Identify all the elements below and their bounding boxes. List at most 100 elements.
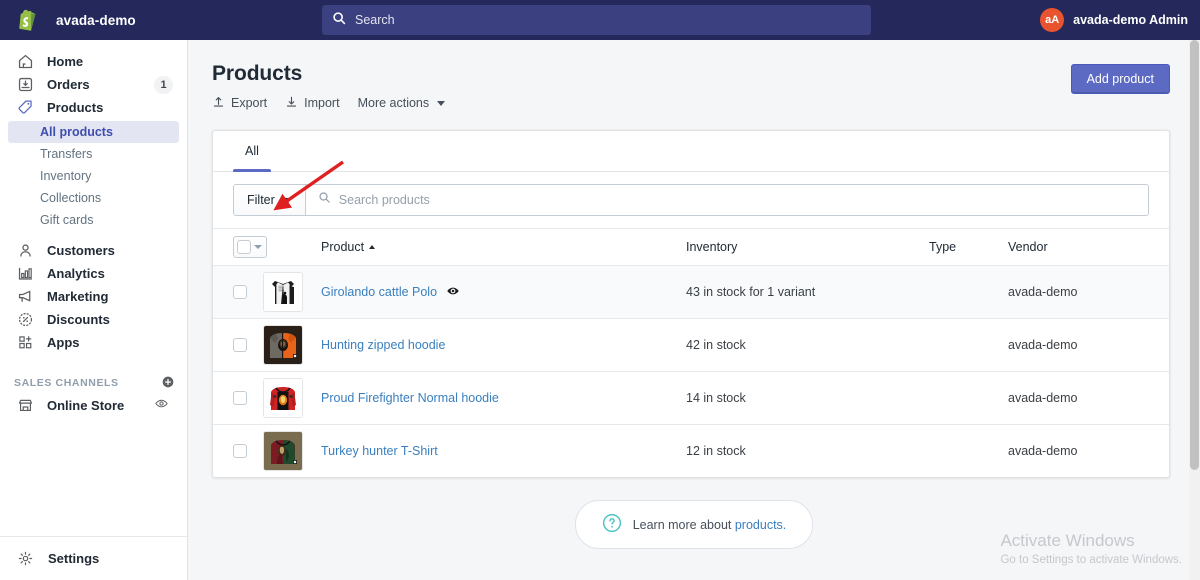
marketing-megaphone-icon xyxy=(14,286,36,308)
chevron-down-icon[interactable] xyxy=(254,245,262,249)
search-products-input[interactable]: Search products xyxy=(305,185,1148,215)
export-button[interactable]: Export xyxy=(212,95,267,111)
avatar: aA xyxy=(1040,8,1065,32)
user-menu[interactable]: aA avada-demo Admin xyxy=(1040,0,1188,40)
row-checkbox[interactable] xyxy=(233,444,247,458)
vendor-cell: avada-demo xyxy=(1008,285,1078,299)
sidebar-item-label: Home xyxy=(47,54,84,69)
user-name: avada-demo Admin xyxy=(1073,13,1188,27)
customers-icon xyxy=(14,240,36,262)
column-header-product[interactable]: Product xyxy=(321,240,376,254)
filter-button[interactable]: Filter xyxy=(234,185,306,215)
gear-icon xyxy=(14,548,36,570)
sidebar-item-label: Analytics xyxy=(47,266,105,281)
import-download-icon xyxy=(285,95,298,111)
global-search-placeholder: Search xyxy=(355,13,395,27)
sidebar-item-customers[interactable]: Customers xyxy=(6,239,181,262)
select-all-control[interactable] xyxy=(233,236,267,258)
shop-name[interactable]: avada-demo xyxy=(56,13,136,28)
column-header-inventory[interactable]: Inventory xyxy=(686,240,737,254)
chevron-down-icon xyxy=(437,100,446,106)
sidebar-item-home[interactable]: Home xyxy=(6,50,181,73)
sidebar-item-online-store[interactable]: Online Store xyxy=(6,394,181,417)
add-product-button[interactable]: Add product xyxy=(1070,64,1170,94)
learn-more-label: Learn more about xyxy=(632,517,735,532)
row-checkbox[interactable] xyxy=(233,285,247,299)
sidebar-item-apps[interactable]: Apps xyxy=(6,331,181,354)
product-link[interactable]: Turkey hunter T-Shirt xyxy=(321,444,438,458)
sales-channels-section-header: SALES CHANNELS xyxy=(0,372,187,394)
sidebar-item-products[interactable]: Products xyxy=(6,96,181,119)
search-icon xyxy=(332,11,346,30)
orders-icon xyxy=(14,74,36,96)
vendor-cell: avada-demo xyxy=(1008,391,1078,405)
apps-grid-plus-icon xyxy=(14,332,36,354)
sidebar-item-orders[interactable]: Orders 1 xyxy=(6,73,181,96)
page-actions: Export Import More actions xyxy=(212,95,446,111)
filter-label: Filter xyxy=(247,193,275,207)
sidebar-item-label: Online Store xyxy=(47,398,125,413)
vertical-scrollbar[interactable] xyxy=(1189,40,1200,580)
sidebar-item-transfers[interactable]: Transfers xyxy=(8,143,179,165)
top-bar: avada-demo Search aA avada-demo Admin xyxy=(0,0,1200,40)
sidebar-item-label: Apps xyxy=(47,335,80,350)
question-circle-icon xyxy=(602,513,622,536)
page-title: Products xyxy=(212,62,303,85)
product-link[interactable]: Girolando cattle Polo xyxy=(321,285,437,299)
products-link[interactable]: products. xyxy=(735,518,786,532)
search-icon xyxy=(318,191,331,209)
sales-channels-label: SALES CHANNELS xyxy=(14,377,119,389)
column-label: Product xyxy=(321,240,365,254)
column-header-type[interactable]: Type xyxy=(929,240,956,254)
scrollbar-thumb[interactable] xyxy=(1190,40,1199,470)
sidebar-item-discounts[interactable]: Discounts xyxy=(6,308,181,331)
sidebar-item-label: Discounts xyxy=(47,312,110,327)
product-link[interactable]: Proud Firefighter Normal hoodie xyxy=(321,391,499,405)
product-thumbnail xyxy=(263,378,303,418)
sort-ascending-icon xyxy=(369,245,376,249)
shopify-bag-icon[interactable] xyxy=(0,0,56,40)
table-row[interactable]: Proud Firefighter Normal hoodie 14 in st… xyxy=(213,371,1169,424)
import-label: Import xyxy=(304,96,340,110)
sidebar-item-analytics[interactable]: Analytics xyxy=(6,262,181,285)
vendor-cell: avada-demo xyxy=(1008,444,1078,458)
vendor-cell: avada-demo xyxy=(1008,338,1078,352)
global-search-bar[interactable]: Search xyxy=(322,5,871,35)
plus-circle-icon[interactable] xyxy=(161,375,175,392)
import-button[interactable]: Import xyxy=(285,95,340,111)
sidebar-item-marketing[interactable]: Marketing xyxy=(6,285,181,308)
more-actions-label: More actions xyxy=(357,96,430,110)
orders-count-badge: 1 xyxy=(154,75,173,94)
export-label: Export xyxy=(231,96,268,110)
inventory-cell: 14 in stock xyxy=(686,391,746,405)
sidebar-item-all-products[interactable]: All products xyxy=(8,121,179,143)
sidebar-item-gift-cards[interactable]: Gift cards xyxy=(8,209,179,231)
sidebar-item-label: Orders xyxy=(47,77,90,92)
table-row[interactable]: Girolando cattle Polo 43 in stock for 1 … xyxy=(213,265,1169,318)
sidebar: Home Orders 1 Products All products Tran… xyxy=(0,40,188,580)
product-name-cell: Hunting zipped hoodie xyxy=(321,338,445,352)
row-checkbox[interactable] xyxy=(233,391,247,405)
table-row[interactable]: Turkey hunter T-Shirt 12 in stock avada-… xyxy=(213,424,1169,477)
tab-all[interactable]: All xyxy=(233,131,271,172)
product-thumbnail xyxy=(263,272,303,312)
inventory-cell: 43 in stock for 1 variant xyxy=(686,285,816,299)
footer: Learn more about products. xyxy=(188,500,1200,549)
filter-bar: Filter Search products xyxy=(213,172,1169,228)
more-actions-button[interactable]: More actions xyxy=(358,96,446,110)
page-header: Products Export Import More actions Add … xyxy=(188,40,1200,111)
sidebar-item-label: Products xyxy=(47,100,104,115)
eye-preview-icon[interactable] xyxy=(446,284,460,301)
sidebar-item-inventory[interactable]: Inventory xyxy=(8,165,179,187)
sidebar-primary-group: Home Orders 1 Products All products Tran… xyxy=(0,40,187,417)
row-checkbox[interactable] xyxy=(233,338,247,352)
product-name-cell: Proud Firefighter Normal hoodie xyxy=(321,391,499,405)
sidebar-item-collections[interactable]: Collections xyxy=(8,187,179,209)
learn-more-text: Learn more about products. xyxy=(633,518,787,532)
product-link[interactable]: Hunting zipped hoodie xyxy=(321,338,445,352)
table-row[interactable]: Hunting zipped hoodie 42 in stock avada-… xyxy=(213,318,1169,371)
column-header-vendor[interactable]: Vendor xyxy=(1008,240,1048,254)
select-all-checkbox[interactable] xyxy=(237,240,251,254)
eye-icon[interactable] xyxy=(154,396,169,416)
sidebar-item-settings[interactable]: Settings xyxy=(0,536,187,580)
